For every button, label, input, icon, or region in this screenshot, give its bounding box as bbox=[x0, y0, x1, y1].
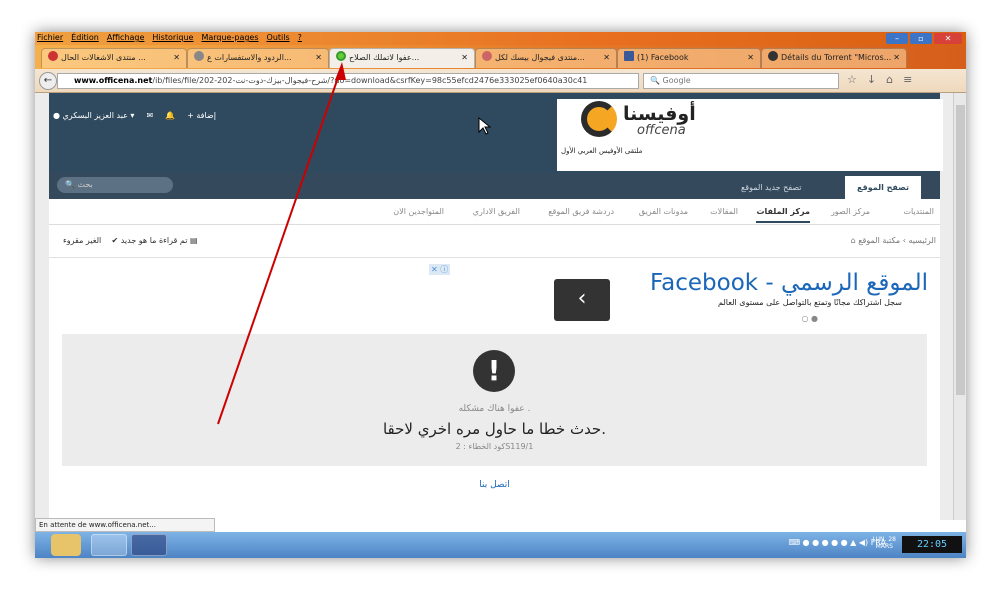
site-icon bbox=[768, 51, 778, 61]
error-heading: عفوا هناك مشكله . bbox=[458, 404, 531, 414]
close-tab-icon[interactable]: ✕ bbox=[747, 49, 754, 67]
site-icon bbox=[48, 51, 58, 61]
menu-icon[interactable]: ≡ bbox=[903, 73, 912, 86]
tab-browse[interactable]: تصفح الموقع bbox=[845, 176, 922, 199]
add-button[interactable]: + إضافة bbox=[187, 111, 216, 120]
ad-subtitle: سجل اشتراكك مجانًا وتمتع بالتواصل على مس… bbox=[718, 298, 902, 307]
error-message: حدث خطا ما حاول مره اخري لاحقا. bbox=[382, 420, 606, 438]
search-icon: 🔍 bbox=[65, 180, 78, 189]
menu-outils[interactable]: Outils bbox=[267, 33, 290, 42]
google-icon: 🔍 bbox=[650, 76, 663, 85]
menu-affichage[interactable]: Affichage bbox=[107, 33, 145, 42]
title-bar: Fichier Édition Affichage Historique Mar… bbox=[35, 32, 966, 45]
facebook-icon bbox=[624, 51, 634, 61]
avatar: ● bbox=[53, 111, 63, 120]
nav-blogs[interactable]: مدونات الفريق bbox=[639, 207, 688, 216]
site-logo[interactable]: أوفيسنا offcena ملتقى الأوفيس العربي الأ… bbox=[557, 99, 943, 171]
carousel-prev-button[interactable]: ‹ bbox=[554, 279, 610, 321]
browser-tab[interactable]: منتدى فيجوال بيسك لكل... ✕ bbox=[475, 48, 617, 68]
nav-articles[interactable]: المقالات bbox=[710, 207, 738, 216]
page-scrollbar[interactable] bbox=[953, 93, 966, 520]
contact-link[interactable]: اتصل بنا bbox=[49, 480, 940, 490]
close-tab-icon[interactable]: ✕ bbox=[461, 49, 468, 67]
menu-historique[interactable]: Historique bbox=[152, 33, 193, 42]
nav-staff[interactable]: الفريق الاداري bbox=[473, 207, 520, 216]
exclamation-icon: ! bbox=[473, 350, 515, 392]
menu-help[interactable]: ? bbox=[298, 33, 302, 42]
browser-window: Fichier Édition Affichage Historique Mar… bbox=[35, 32, 966, 558]
web-page: ● عبد العزيز البسكري ▾ ✉ 🔔 + إضافة أوفيس… bbox=[35, 93, 953, 520]
nav-images[interactable]: مركز الصور bbox=[831, 207, 870, 216]
browser-tab[interactable]: الردود والاستفسارات ع... ✕ bbox=[187, 48, 329, 68]
mark-read-link[interactable]: تم قراءة ما هو جديد ✔ bbox=[111, 236, 187, 245]
site-icon bbox=[482, 51, 492, 61]
menu-bar: Fichier Édition Affichage Historique Mar… bbox=[37, 33, 302, 42]
menu-marque-pages[interactable]: Marque-pages bbox=[201, 33, 258, 42]
keyboard-icon[interactable]: ⌨ bbox=[788, 538, 802, 547]
download-icon[interactable]: ↓ bbox=[867, 73, 876, 86]
nav-files[interactable]: مركز الملفات bbox=[756, 207, 810, 223]
user-menu[interactable]: ● عبد العزيز البسكري ▾ bbox=[53, 111, 134, 120]
ad-choices-icon[interactable]: ✕ ⓘ bbox=[429, 264, 451, 275]
close-tab-icon[interactable]: ✕ bbox=[173, 49, 180, 67]
mail-icon[interactable]: ✉ bbox=[146, 111, 153, 120]
firefox-taskbar-button[interactable] bbox=[91, 534, 127, 556]
clock[interactable]: 22:05 bbox=[902, 536, 962, 553]
search-engine-box[interactable]: 🔍 Google bbox=[643, 73, 839, 89]
carousel-dots[interactable]: ○ ● bbox=[801, 314, 818, 323]
browser-tab[interactable]: Détails du Torrent "Micros... ✕ bbox=[761, 48, 907, 68]
menu-edition[interactable]: Édition bbox=[71, 33, 99, 42]
logo-mark bbox=[581, 101, 617, 137]
close-tab-icon[interactable]: ✕ bbox=[315, 49, 322, 67]
maximize-button[interactable]: ▫ bbox=[910, 33, 932, 44]
app-taskbar-button[interactable] bbox=[131, 534, 167, 556]
top-strip: 🔍 بحث تصفح جديد الموقع تصفح الموقع bbox=[49, 173, 940, 199]
sub-navigation: المنتديات مركز الصور مركز الملفات المقال… bbox=[49, 199, 940, 225]
read-actions: تم قراءة ما هو جديد ✔ الغير مقروء ▤ bbox=[63, 236, 198, 245]
navigation-bar: ← www.officena.net/ib/files/file/202-شرح… bbox=[35, 69, 966, 93]
site-search-input[interactable]: 🔍 بحث bbox=[57, 177, 173, 193]
tray-icons[interactable]: ● ● ● ● ● ▲ ◀) bbox=[803, 538, 871, 547]
main-content: ✕ ⓘ ‹ Facebook - الموقع الرسمي سجل اشترا… bbox=[49, 258, 940, 520]
back-button[interactable]: ← bbox=[39, 72, 57, 90]
error-code: كود الخطاء : 2S119/1 bbox=[455, 442, 534, 451]
breadcrumb-bar: ⌂ الرئيسيه › مكتبة الموقع تم قراءة ما هو… bbox=[49, 225, 940, 258]
taskbar: ⌨ ● ● ● ● ● ▲ ◀) FRA LUN. 28 MARS 22:05 bbox=[35, 532, 966, 558]
explorer-icon[interactable] bbox=[51, 534, 81, 556]
browser-tab[interactable]: (1) Facebook ✕ bbox=[617, 48, 761, 68]
bookmark-icon[interactable]: ☆ bbox=[847, 73, 857, 86]
home-icon[interactable]: ⌂ bbox=[886, 73, 893, 86]
site-header: ● عبد العزيز البسكري ▾ ✉ 🔔 + إضافة أوفيس… bbox=[49, 93, 943, 173]
loading-icon bbox=[336, 51, 346, 61]
error-box: ! عفوا هناك مشكله . حدث خطا ما حاول مره … bbox=[62, 334, 927, 466]
system-tray: ⌨ ● ● ● ● ● ▲ ◀) FRA bbox=[788, 538, 886, 547]
url-bar[interactable]: www.officena.net/ib/files/file/202-شرح-ف… bbox=[57, 73, 639, 89]
ad-title[interactable]: Facebook - الموقع الرسمي bbox=[650, 270, 928, 296]
tab-bar: منتدى الاشغالات الحال ... ✕ الردود والاست… bbox=[35, 45, 966, 69]
scroll-thumb[interactable] bbox=[956, 105, 965, 395]
browser-tab-active[interactable]: عفوا لاتملك الصلاح... ✕ bbox=[329, 48, 475, 68]
nav-forums[interactable]: المنتديات bbox=[903, 207, 934, 216]
menu-fichier[interactable]: Fichier bbox=[37, 33, 63, 42]
breadcrumb[interactable]: ⌂ الرئيسيه › مكتبة الموقع bbox=[851, 236, 936, 245]
date-display: LUN. 28 MARS bbox=[872, 536, 896, 550]
site-icon bbox=[194, 51, 204, 61]
nav-online[interactable]: المتواجدين الان bbox=[393, 207, 444, 216]
close-window-button[interactable]: ✕ bbox=[934, 33, 962, 44]
browser-tab[interactable]: منتدى الاشغالات الحال ... ✕ bbox=[41, 48, 187, 68]
bell-icon[interactable]: 🔔 bbox=[165, 111, 175, 120]
close-tab-icon[interactable]: ✕ bbox=[603, 49, 610, 67]
nav-chat[interactable]: دردشة فريق الموقع bbox=[548, 207, 614, 216]
user-bar: ● عبد العزيز البسكري ▾ ✉ 🔔 + إضافة bbox=[53, 111, 216, 120]
minimize-button[interactable]: – bbox=[886, 33, 908, 44]
status-bar: En attente de www.officena.net... bbox=[35, 518, 215, 532]
tab-new-content[interactable]: تصفح جديد الموقع bbox=[729, 176, 814, 199]
close-tab-icon[interactable]: ✕ bbox=[893, 49, 900, 67]
